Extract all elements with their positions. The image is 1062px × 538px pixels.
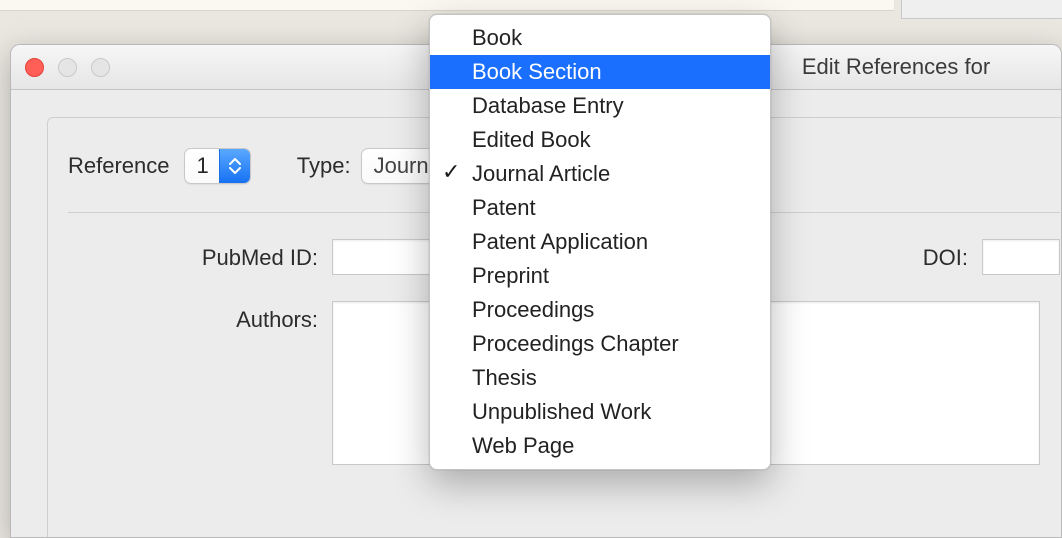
type-option[interactable]: Proceedings bbox=[430, 293, 770, 327]
type-option-label: Proceedings Chapter bbox=[472, 331, 679, 357]
type-option-label: Book Section bbox=[472, 59, 602, 85]
type-dropdown-menu[interactable]: Book Book Section Database Entry Edited Boo… bbox=[429, 14, 771, 470]
type-option-label: Web Page bbox=[472, 433, 574, 459]
zoom-window-button[interactable] bbox=[91, 58, 110, 77]
close-window-button[interactable] bbox=[25, 58, 44, 77]
type-option-label: Preprint bbox=[472, 263, 549, 289]
doi-label: DOI: bbox=[923, 239, 982, 271]
type-option[interactable]: Preprint bbox=[430, 259, 770, 293]
type-option-label: Thesis bbox=[472, 365, 537, 391]
type-option-label: Book bbox=[472, 25, 522, 51]
type-option[interactable]: Web Page bbox=[430, 429, 770, 463]
type-option-label: Unpublished Work bbox=[472, 399, 651, 425]
type-option[interactable]: Book bbox=[430, 21, 770, 55]
type-option[interactable]: Thesis bbox=[430, 361, 770, 395]
doi-input[interactable] bbox=[982, 239, 1060, 275]
type-option[interactable]: Edited Book bbox=[430, 123, 770, 157]
type-option-label: Patent Application bbox=[472, 229, 648, 255]
reference-number-value: 1 bbox=[185, 153, 219, 179]
type-option[interactable]: Unpublished Work bbox=[430, 395, 770, 429]
parent-side-panel bbox=[901, 0, 1062, 19]
type-option[interactable]: Patent Application bbox=[430, 225, 770, 259]
reference-label: Reference bbox=[68, 153, 170, 179]
parent-window-strip bbox=[0, 0, 894, 11]
type-option[interactable]: Database Entry bbox=[430, 89, 770, 123]
type-option-label: Journal Article bbox=[472, 161, 610, 187]
type-option-label: Database Entry bbox=[472, 93, 624, 119]
type-option[interactable]: Proceedings Chapter bbox=[430, 327, 770, 361]
window-controls bbox=[25, 58, 110, 77]
type-option[interactable]: Patent bbox=[430, 191, 770, 225]
updown-icon bbox=[219, 149, 250, 183]
pubmed-label: PubMed ID: bbox=[68, 239, 332, 271]
type-label: Type: bbox=[297, 153, 351, 179]
type-option-label: Patent bbox=[472, 195, 536, 221]
type-option-label: Proceedings bbox=[472, 297, 594, 323]
type-option-label: Edited Book bbox=[472, 127, 591, 153]
minimize-window-button[interactable] bbox=[58, 58, 77, 77]
type-option[interactable]: ✓ Journal Article bbox=[430, 157, 770, 191]
checkmark-icon: ✓ bbox=[442, 159, 460, 185]
authors-label: Authors: bbox=[68, 301, 332, 333]
reference-number-popup[interactable]: 1 bbox=[184, 148, 251, 184]
type-option[interactable]: Book Section bbox=[430, 55, 770, 89]
